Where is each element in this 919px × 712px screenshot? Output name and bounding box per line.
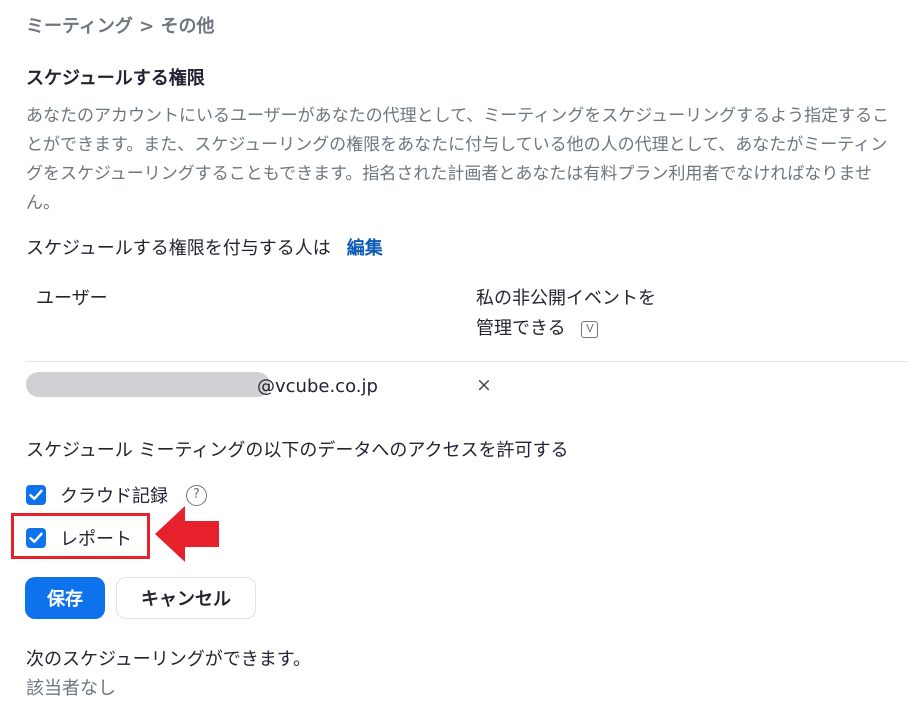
check-icon (29, 489, 43, 500)
email-domain: @vcube.co.jp (257, 376, 378, 397)
cloud-recording-checkbox[interactable] (26, 485, 46, 505)
assign-label: スケジュールする権限を付与する人は (26, 238, 331, 259)
column-header-private-line2: 管理できる (476, 318, 566, 339)
edit-link[interactable]: 編集 (347, 238, 383, 259)
annotation-highlight-box (11, 513, 150, 559)
info-icon[interactable]: V (581, 320, 599, 338)
table-row-email: @vcube.co.jp (26, 372, 426, 402)
cancel-button[interactable]: キャンセル (116, 577, 256, 619)
assign-row: スケジュールする権限を付与する人は 編集 (26, 234, 383, 260)
page: ミーティング > その他 スケジュールする権限 あなたのアカウントにいるユーザー… (0, 0, 919, 712)
access-title: スケジュール ミーティングの以下のデータへのアクセスを許可する (26, 440, 569, 461)
column-header-private-events: 私の非公開イベントを 管理できる V (476, 284, 656, 344)
can-schedule-title: 次のスケジューリングができます。 (26, 649, 311, 670)
help-icon[interactable]: ? (186, 484, 207, 506)
breadcrumb[interactable]: ミーティング > その他 (26, 12, 215, 38)
section-description: あなたのアカウントにいるユーザーがあなたの代理として、ミーティングをスケジューリ… (26, 106, 890, 213)
redacted-name (26, 372, 270, 397)
private-events-value: × (476, 374, 492, 396)
table-divider (26, 361, 907, 362)
column-header-private-line2-wrap: 管理できる V (476, 314, 656, 344)
left-arrow-icon (155, 506, 219, 562)
can-schedule-value: 該当者なし (26, 678, 116, 699)
cloud-recording-label: クラウド記録 (60, 486, 168, 507)
section-title: スケジュールする権限 (26, 68, 205, 89)
save-button[interactable]: 保存 (25, 577, 105, 619)
column-header-private-line1: 私の非公開イベントを (476, 288, 656, 309)
column-header-user: ユーザー (36, 288, 108, 309)
